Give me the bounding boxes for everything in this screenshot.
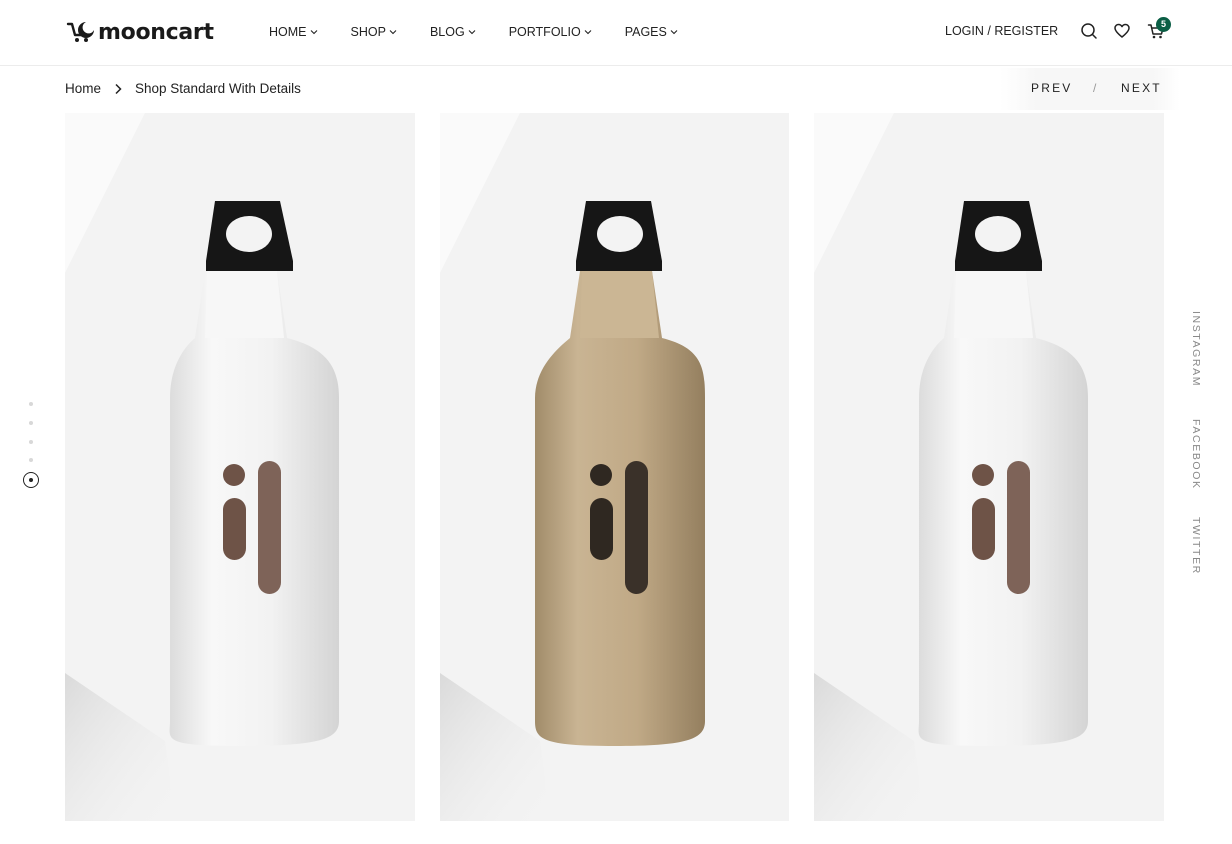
- nav-item-home[interactable]: HOME: [269, 22, 318, 42]
- search-icon: [1081, 23, 1097, 39]
- social-facebook-link[interactable]: FACEBOOK: [1190, 419, 1202, 490]
- breadcrumb-current: Shop Standard With Details: [135, 81, 301, 96]
- nav-item-blog[interactable]: BLOG: [430, 22, 476, 42]
- bottle-white-image: [814, 201, 1088, 821]
- chevron-right-icon: [115, 83, 122, 94]
- prev-link[interactable]: PREV: [1031, 81, 1072, 95]
- product-image-1[interactable]: [65, 113, 415, 821]
- chevron-down-icon: [389, 30, 397, 35]
- social-twitter-link[interactable]: TWITTER: [1190, 517, 1202, 575]
- slide-dot[interactable]: [29, 458, 33, 462]
- logo[interactable]: mooncart: [66, 17, 214, 47]
- chevron-down-icon: [310, 30, 317, 35]
- slide-dot[interactable]: [29, 440, 33, 444]
- heart-icon: [1114, 23, 1130, 38]
- site-header: mooncart HOME SHOP BLOG PORTFOLIO PAGES …: [0, 0, 1232, 66]
- nav-item-label: BLOG: [429, 25, 465, 39]
- chevron-down-icon: [584, 30, 592, 35]
- logo-text: mooncart: [98, 19, 214, 45]
- nav-item-label: HOME: [269, 25, 307, 39]
- product-image-3[interactable]: [814, 113, 1164, 821]
- nav-item-label: PORTFOLIO: [508, 25, 581, 39]
- slide-dot[interactable]: [29, 421, 33, 425]
- bottle-tan-image: [440, 201, 705, 821]
- nav-item-label: SHOP: [350, 25, 386, 39]
- chevron-down-icon: [670, 30, 678, 35]
- nav-item-label: PAGES: [624, 25, 667, 39]
- breadcrumb-home-link[interactable]: Home: [65, 81, 101, 96]
- next-link[interactable]: NEXT: [1121, 81, 1162, 95]
- slide-dot[interactable]: [29, 402, 33, 406]
- logo-cart-moon-icon: [66, 22, 94, 42]
- chevron-down-icon: [468, 30, 476, 35]
- nav-item-shop[interactable]: SHOP: [351, 22, 397, 42]
- login-register-link[interactable]: LOGIN / REGISTER: [945, 24, 1058, 38]
- pager-separator: /: [1093, 81, 1097, 95]
- social-instagram-link[interactable]: INSTAGRAM: [1190, 311, 1202, 387]
- product-pager: PREV / NEXT: [1000, 68, 1180, 110]
- nav-item-portfolio[interactable]: PORTFOLIO: [509, 22, 592, 42]
- wishlist-button[interactable]: [1113, 22, 1131, 40]
- product-image-2[interactable]: [440, 113, 789, 821]
- search-button[interactable]: [1080, 22, 1098, 40]
- slide-dot-active[interactable]: [23, 472, 39, 488]
- nav-item-pages[interactable]: PAGES: [625, 22, 678, 42]
- cart-count-badge: 5: [1156, 17, 1171, 32]
- bottle-white-image: [65, 201, 339, 821]
- breadcrumb: Home Shop Standard With Details: [65, 81, 301, 96]
- main-nav: HOME SHOP BLOG PORTFOLIO PAGES: [269, 22, 711, 42]
